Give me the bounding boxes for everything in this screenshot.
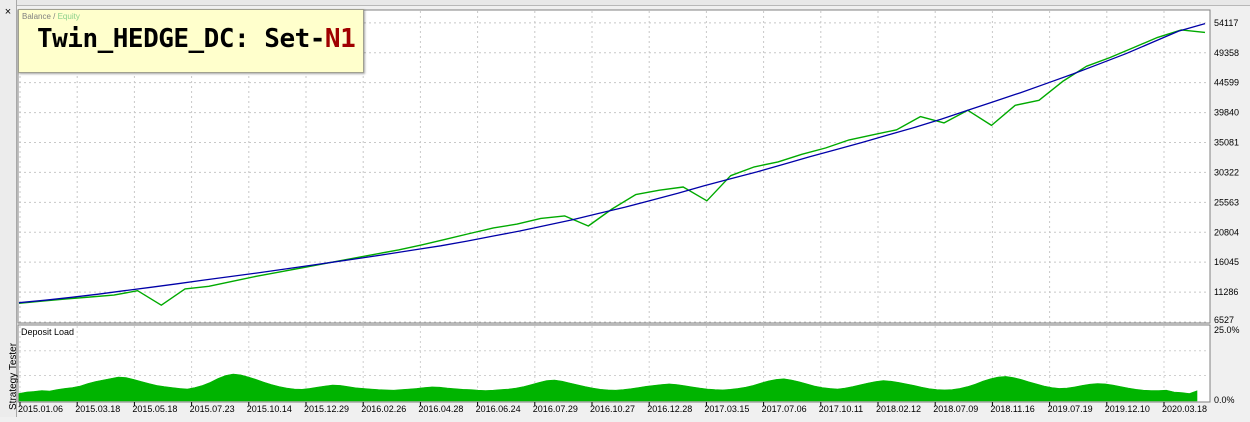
- y-tick-label: 16045: [1214, 257, 1239, 267]
- deposit-tick-top: 25.0%: [1214, 325, 1240, 335]
- chart-legend: Balance / Equity: [22, 12, 80, 21]
- x-tick-label: 2017.10.11: [819, 404, 863, 414]
- x-axis-labels: 2015.01.06 2015.03.18 2015.05.18 2015.07.23…: [18, 402, 1207, 414]
- legend-balance: Balance: [22, 12, 51, 21]
- deposit-axis-labels: 25.0% 0.0%: [1214, 325, 1240, 405]
- x-tick-label: 2015.07.23: [190, 404, 235, 414]
- y-tick-label: 49358: [1214, 48, 1239, 58]
- x-tick-label: 2017.07.06: [762, 404, 807, 414]
- x-tick-label: 2015.12.29: [304, 404, 349, 414]
- x-tick-label: 2016.02.26: [361, 404, 406, 414]
- chart-title: Twin_HEDGE_DC: Set-N1: [37, 24, 356, 54]
- x-tick-label: 2019.12.10: [1105, 404, 1150, 414]
- x-tick-label: 2016.10.27: [590, 404, 635, 414]
- deposit-load-title: Deposit Load: [21, 327, 75, 337]
- x-tick-label: 2016.07.29: [533, 404, 578, 414]
- y-tick-label: 20804: [1214, 227, 1239, 237]
- x-tick-label: 2015.10.14: [247, 404, 292, 414]
- x-tick-label: 2015.05.18: [132, 404, 177, 414]
- y-tick-label: 6527: [1214, 315, 1234, 325]
- y-tick-label: 25563: [1214, 197, 1239, 207]
- title-accent: N1: [324, 24, 356, 54]
- deposit-tick-bottom: 0.0%: [1214, 395, 1235, 405]
- y-tick-label: 35081: [1214, 138, 1239, 148]
- y-tick-label: 44599: [1214, 78, 1239, 88]
- y-tick-label: 39840: [1214, 108, 1239, 118]
- y-axis-labels: 54117 49358 44599 39840 35081 30322 25563 20804…: [1214, 18, 1239, 325]
- legend-equity: Equity: [57, 12, 80, 21]
- y-tick-label: 54117: [1214, 18, 1238, 28]
- x-tick-label: 2015.03.18: [75, 404, 120, 414]
- x-tick-label: 2018.07.09: [933, 404, 978, 414]
- title-panel: Balance / Equity Twin_HEDGE_DC: Set-N1: [18, 9, 364, 73]
- strategy-tester-sidebar: × Strategy Tester: [0, 0, 19, 417]
- legend-separator: /: [50, 12, 58, 21]
- x-tick-label: 2016.04.28: [418, 404, 463, 414]
- x-tick-label: 2016.06.24: [476, 404, 521, 414]
- x-tick-label: 2018.11.16: [990, 404, 1034, 414]
- close-icon[interactable]: ×: [2, 6, 14, 18]
- x-tick-label: 2020.03.18: [1162, 404, 1207, 414]
- y-tick-label: 30322: [1214, 167, 1239, 177]
- x-tick-label: 2017.03.15: [704, 404, 749, 414]
- title-main: Twin_HEDGE_DC: Set-: [37, 24, 325, 54]
- x-tick-label: 2015.01.06: [18, 404, 63, 414]
- y-tick-label: 11286: [1214, 287, 1238, 297]
- x-tick-label: 2018.02.12: [876, 404, 921, 414]
- x-tick-label: 2019.07.19: [1048, 404, 1093, 414]
- x-tick-label: 2016.12.28: [647, 404, 692, 414]
